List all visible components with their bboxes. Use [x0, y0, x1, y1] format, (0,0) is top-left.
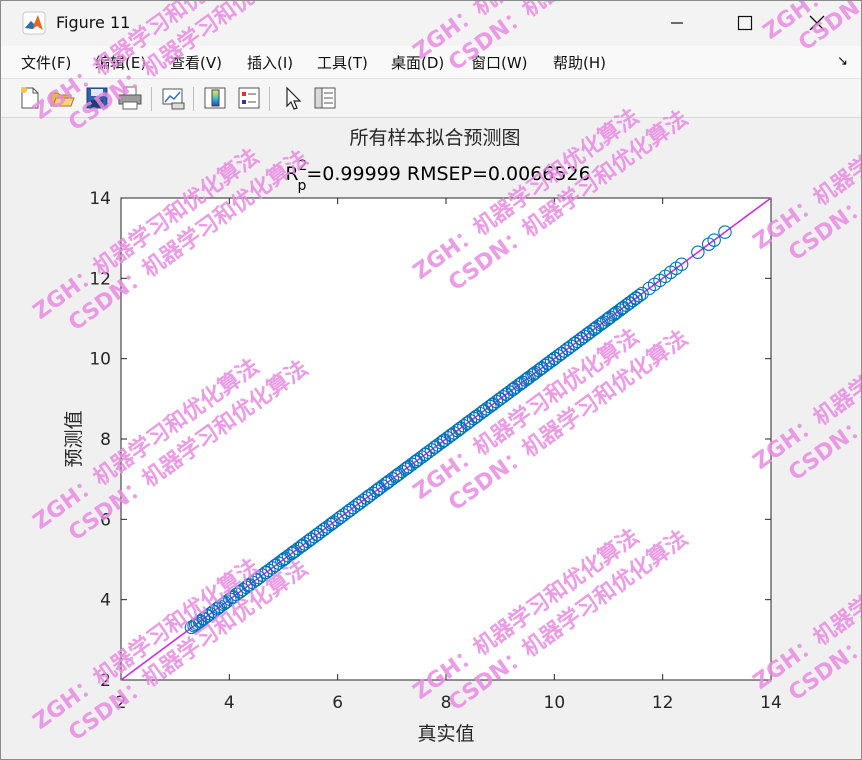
menu-bar: 文件(F) 编辑(E) 查看(V) 插入(I) 工具(T) 桌面(D) 窗口(W…	[0, 46, 862, 79]
insert-legend-icon[interactable]	[236, 85, 262, 111]
subtitle-subscript: p	[297, 178, 306, 194]
menu-insert[interactable]: 插入(I)	[247, 52, 293, 73]
save-figure-icon[interactable]	[84, 85, 110, 111]
x-tick-label: 2	[116, 693, 127, 713]
edit-plot-cursor-icon[interactable]	[280, 85, 306, 111]
menu-dock-arrow-icon[interactable]: ↘	[837, 54, 848, 69]
y-axis-label: 预测值	[63, 410, 85, 467]
print-figure-icon[interactable]	[117, 85, 143, 111]
x-tick-label: 14	[760, 693, 782, 713]
menu-window[interactable]: 窗口(W)	[471, 52, 528, 73]
close-button[interactable]	[794, 0, 840, 46]
menu-desktop[interactable]: 桌面(D)	[391, 52, 444, 73]
new-figure-icon[interactable]	[17, 85, 43, 111]
x-tick-label: 6	[332, 693, 343, 713]
chart-subtitle: R2 p=0.99999 RMSEP=0.0066526	[285, 158, 590, 194]
figure-area: 所有样本拟合预测图 R2 p=0.99999 RMSEP=0.0066526 2 4…	[10, 118, 852, 756]
minimize-button[interactable]	[654, 0, 700, 46]
y-tick-label: 2	[100, 671, 111, 691]
property-inspector-icon[interactable]	[312, 85, 338, 111]
y-tick-label: 6	[100, 510, 111, 530]
close-icon	[809, 15, 825, 31]
menu-edit[interactable]: 编辑(E)	[95, 52, 146, 73]
chart-title: 所有样本拟合预测图	[349, 127, 520, 149]
maximize-button[interactable]	[722, 0, 768, 46]
maximize-icon	[737, 15, 753, 31]
x-tick-label: 10	[544, 693, 566, 713]
title-bar: Figure 11	[0, 0, 862, 46]
link-plot-icon[interactable]	[160, 85, 186, 111]
x-tick-label: 4	[224, 693, 235, 713]
x-tick-label: 12	[652, 693, 674, 713]
insert-colorbar-icon[interactable]	[202, 85, 228, 111]
y-tick-label: 12	[89, 269, 111, 289]
menu-file[interactable]: 文件(F)	[21, 52, 71, 73]
x-tick-label: 8	[441, 693, 452, 713]
menu-help[interactable]: 帮助(H)	[553, 52, 606, 73]
y-tick-label: 14	[89, 189, 111, 209]
y-tick-label: 4	[100, 591, 111, 611]
open-file-icon[interactable]	[49, 85, 75, 111]
window-title: Figure 11	[56, 13, 131, 32]
toolbar-separator	[269, 87, 270, 111]
menu-view[interactable]: 查看(V)	[170, 52, 222, 73]
y-tick-label: 10	[89, 350, 111, 370]
minimize-icon	[671, 22, 683, 24]
subtitle-metrics: =0.99999 RMSEP=0.0066526	[306, 163, 590, 185]
toolbar-separator	[151, 87, 152, 111]
scatter-chart: 所有样本拟合预测图 R2 p=0.99999 RMSEP=0.0066526 2 4…	[63, 127, 782, 745]
menu-tools[interactable]: 工具(T)	[317, 52, 368, 73]
toolbar	[0, 79, 862, 118]
x-axis-label: 真实值	[417, 723, 474, 745]
matlab-icon	[22, 11, 46, 35]
toolbar-separator	[193, 87, 194, 111]
y-tick-label: 8	[100, 430, 111, 450]
